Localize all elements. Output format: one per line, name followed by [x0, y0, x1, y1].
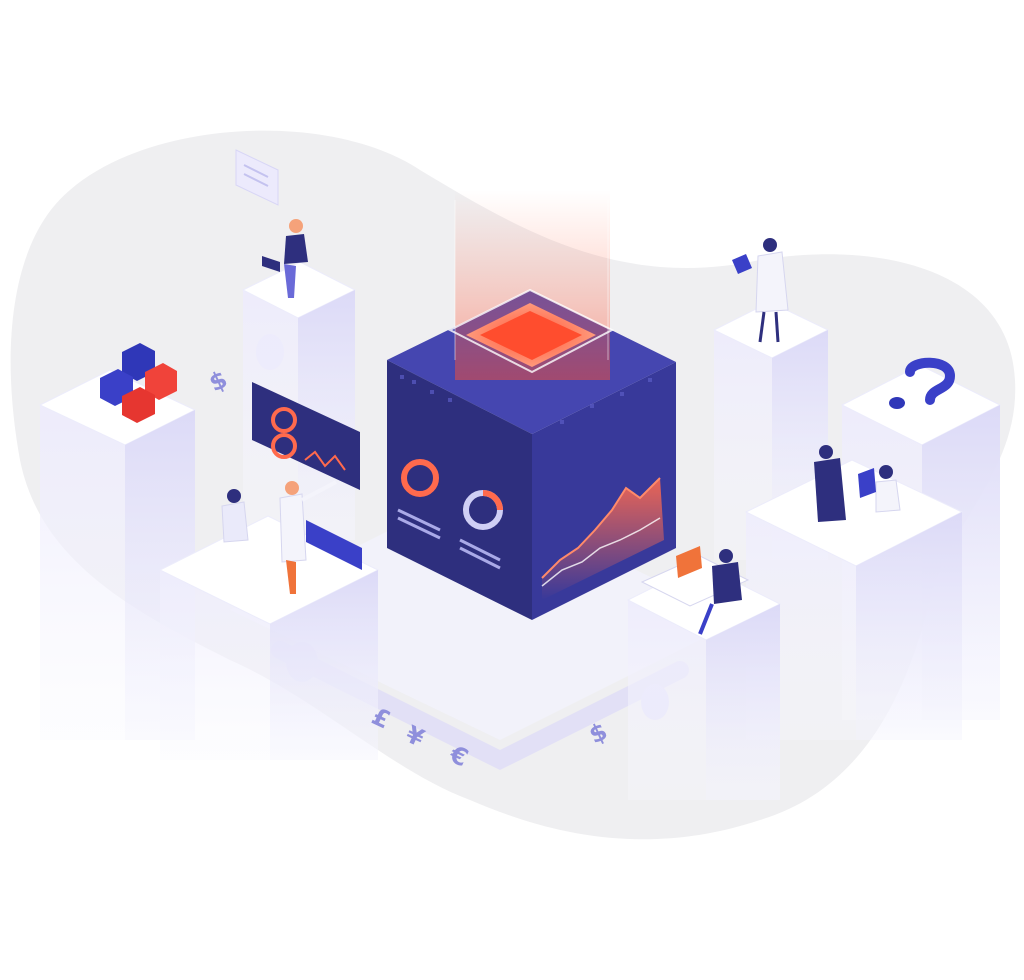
isometric-data-center-illustration: $ £ ¥ € $	[10, 130, 1016, 840]
glowing-hologram-icon	[447, 190, 615, 380]
